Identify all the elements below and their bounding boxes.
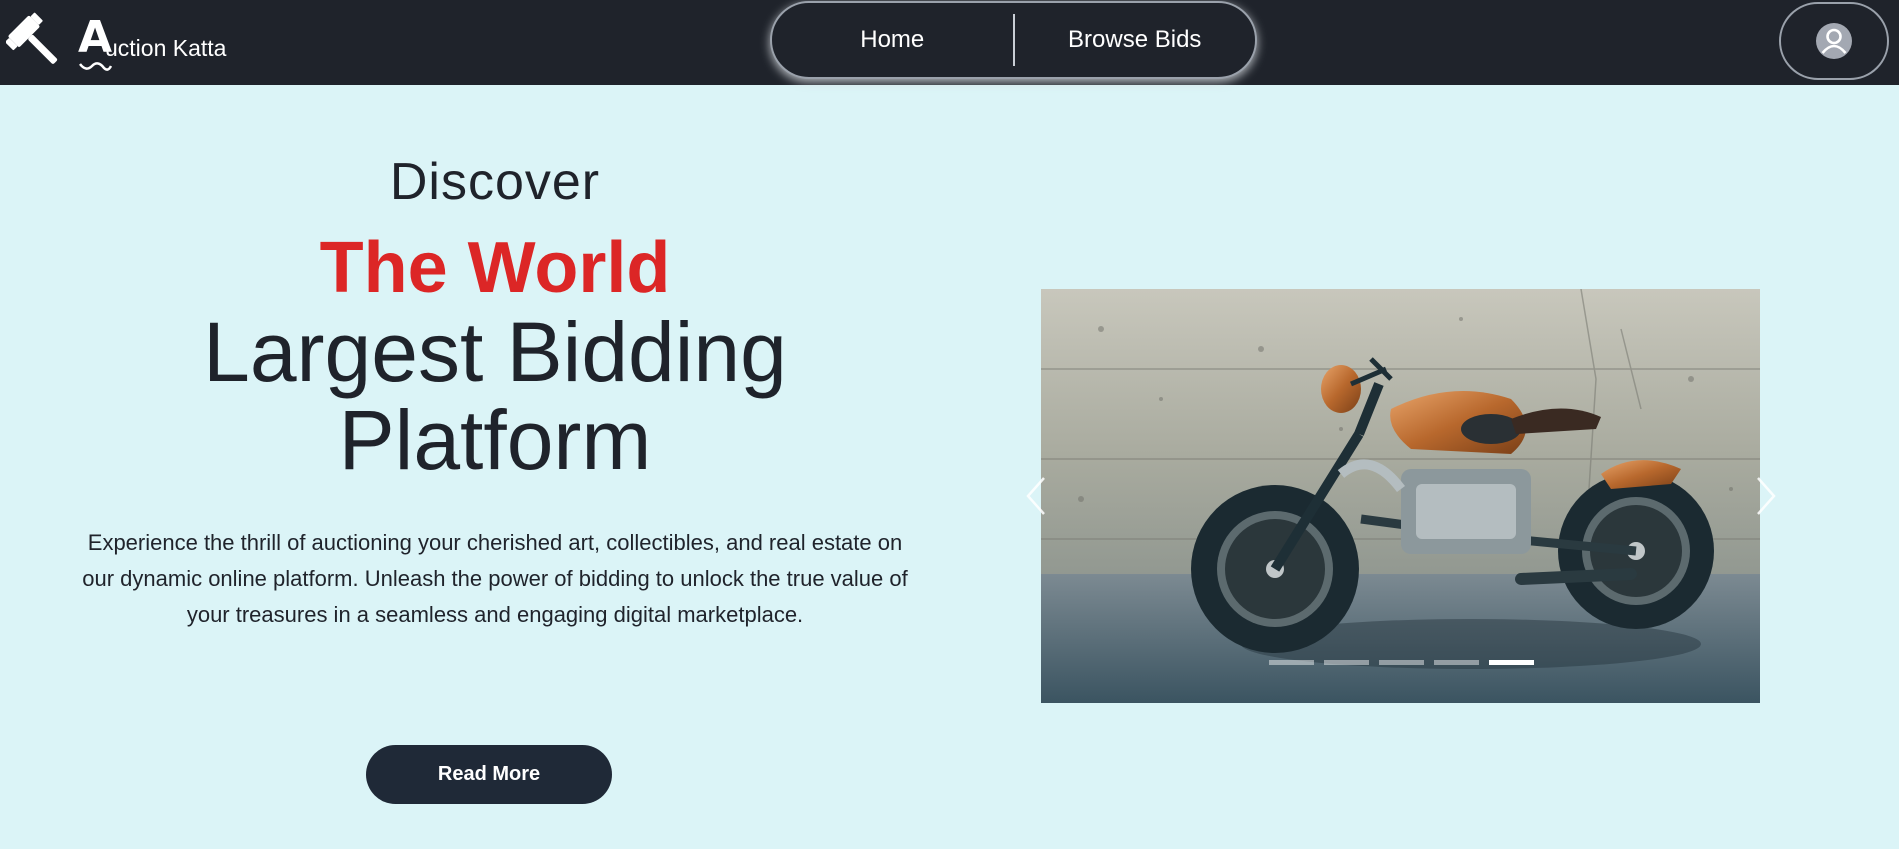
image-carousel [1026,289,1776,703]
nav-browse-bids-link[interactable]: Browse Bids [1015,26,1256,55]
carousel-indicators [1269,660,1534,665]
hero-eyebrow: Discover [389,153,601,211]
chevron-right-icon [1757,477,1776,515]
main-nav: Home Browse Bids [770,1,1257,79]
carousel-indicator-5[interactable] [1489,660,1534,665]
nav-home-link[interactable]: Home [772,26,1013,55]
profile-button[interactable] [1779,2,1889,80]
carousel-slide-motorcycle [1041,289,1760,703]
chevron-left-icon [1026,477,1045,515]
carousel-indicator-2[interactable] [1324,660,1369,665]
read-more-button[interactable]: Read More [366,745,612,804]
carousel-indicator-4[interactable] [1434,660,1479,665]
hero-headline-line1: Largest Bidding [203,305,787,400]
brand-name: uction Katta [105,35,227,61]
hero-headline-line2: Platform [338,393,652,488]
carousel-indicator-1[interactable] [1269,660,1314,665]
brand-logo[interactable]: A uction Katta [6,12,226,74]
hero-description: Experience the thrill of auctioning your… [82,529,908,627]
carousel-next-button[interactable] [1741,461,1791,531]
top-navbar: A uction Katta Home Browse Bids [0,0,1899,85]
hero-highlight: The World [319,228,671,308]
hero-section: Discover The World Largest Bidding Platf… [70,150,920,633]
carousel-indicator-3[interactable] [1379,660,1424,665]
carousel-prev-button[interactable] [1011,461,1061,531]
gavel-icon [6,12,58,64]
user-avatar-icon [1816,23,1852,59]
